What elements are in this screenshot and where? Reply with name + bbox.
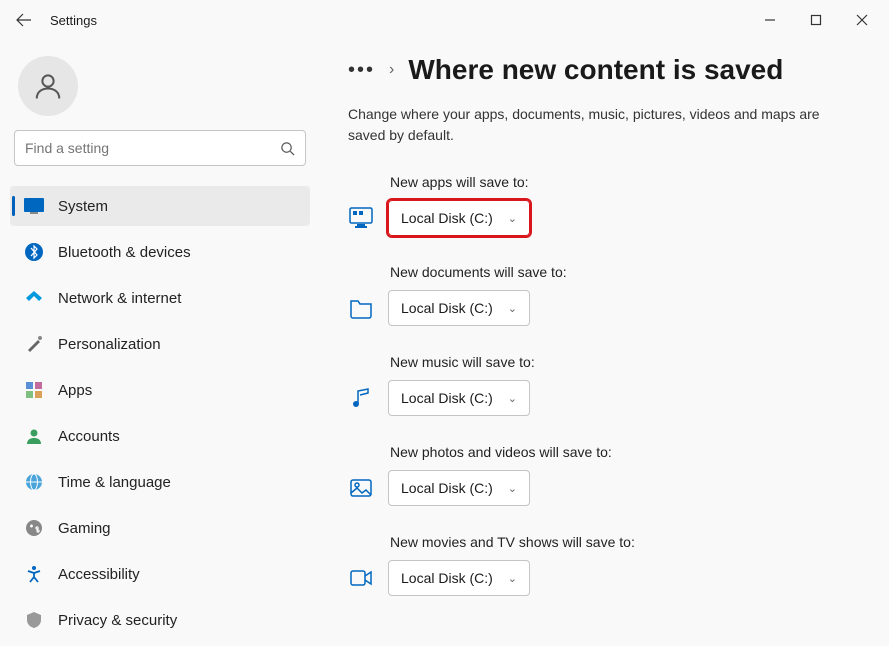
bluetooth-icon <box>24 242 44 262</box>
sidebar-item-system[interactable]: System <box>10 186 310 226</box>
apps-icon <box>24 380 44 400</box>
sidebar-item-label: System <box>58 198 108 215</box>
sidebar-item-label: Personalization <box>58 336 161 353</box>
sidebar-item-label: Accounts <box>58 428 120 445</box>
accounts-icon <box>24 426 44 446</box>
globe-icon <box>24 472 44 492</box>
sidebar-item-label: Accessibility <box>58 566 140 583</box>
person-icon <box>33 71 63 101</box>
sidebar-item-personalization[interactable]: Personalization <box>10 324 310 364</box>
sidebar-item-gaming[interactable]: Gaming <box>10 508 310 548</box>
dropdown-value: Local Disk (C:) <box>401 210 493 226</box>
apps-disk-icon <box>348 205 374 231</box>
maximize-icon <box>810 14 822 26</box>
setting-label: New movies and TV shows will save to: <box>390 534 861 550</box>
setting-documents: New documents will save to: Local Disk (… <box>348 264 861 326</box>
titlebar: Settings <box>0 0 889 40</box>
sidebar-item-label: Network & internet <box>58 290 181 307</box>
dropdown-value: Local Disk (C:) <box>401 480 493 496</box>
search-box[interactable] <box>14 130 306 166</box>
sidebar-item-time-language[interactable]: Time & language <box>10 462 310 502</box>
back-button[interactable] <box>4 0 44 40</box>
system-icon <box>24 196 44 216</box>
sidebar-item-label: Time & language <box>58 474 171 491</box>
window-controls <box>747 0 885 40</box>
sidebar: System Bluetooth & devices Network & int… <box>0 40 320 646</box>
page-description: Change where your apps, documents, music… <box>348 104 858 146</box>
documents-location-dropdown[interactable]: Local Disk (C:) ⌄ <box>388 290 530 326</box>
sidebar-item-label: Bluetooth & devices <box>58 244 191 261</box>
setting-music: New music will save to: Local Disk (C:) … <box>348 354 861 416</box>
chevron-down-icon: ⌄ <box>508 572 517 585</box>
sidebar-item-bluetooth[interactable]: Bluetooth & devices <box>10 232 310 272</box>
user-avatar[interactable] <box>18 56 78 116</box>
maximize-button[interactable] <box>793 0 839 40</box>
chevron-down-icon: ⌄ <box>508 212 517 225</box>
setting-movies: New movies and TV shows will save to: Lo… <box>348 534 861 596</box>
sidebar-item-label: Privacy & security <box>58 612 177 629</box>
breadcrumb-more-button[interactable]: ••• <box>348 59 375 82</box>
photos-location-dropdown[interactable]: Local Disk (C:) ⌄ <box>388 470 530 506</box>
setting-label: New photos and videos will save to: <box>390 444 861 460</box>
accessibility-icon <box>24 564 44 584</box>
sidebar-item-label: Gaming <box>58 520 111 537</box>
chevron-down-icon: ⌄ <box>508 302 517 315</box>
sidebar-item-privacy[interactable]: Privacy & security <box>10 600 310 640</box>
setting-photos: New photos and videos will save to: Loca… <box>348 444 861 506</box>
paintbrush-icon <box>24 334 44 354</box>
close-button[interactable] <box>839 0 885 40</box>
dropdown-value: Local Disk (C:) <box>401 570 493 586</box>
chevron-right-icon: › <box>389 61 394 79</box>
main-content: ••• › Where new content is saved Change … <box>320 40 889 646</box>
window-title: Settings <box>50 13 97 28</box>
setting-label: New documents will save to: <box>390 264 861 280</box>
setting-apps: New apps will save to: Local Disk (C:) ⌄ <box>348 174 861 236</box>
photos-icon <box>348 475 374 501</box>
page-title: Where new content is saved <box>408 54 783 86</box>
arrow-left-icon <box>16 12 32 28</box>
sidebar-item-label: Apps <box>58 382 92 399</box>
shield-icon <box>24 610 44 630</box>
minimize-button[interactable] <box>747 0 793 40</box>
apps-location-dropdown[interactable]: Local Disk (C:) ⌄ <box>388 200 530 236</box>
music-location-dropdown[interactable]: Local Disk (C:) ⌄ <box>388 380 530 416</box>
search-input[interactable] <box>25 140 280 156</box>
gaming-icon <box>24 518 44 538</box>
movies-location-dropdown[interactable]: Local Disk (C:) ⌄ <box>388 560 530 596</box>
sidebar-item-accounts[interactable]: Accounts <box>10 416 310 456</box>
chevron-down-icon: ⌄ <box>508 392 517 405</box>
sidebar-item-accessibility[interactable]: Accessibility <box>10 554 310 594</box>
music-icon <box>348 385 374 411</box>
search-icon <box>280 141 295 156</box>
sidebar-nav: System Bluetooth & devices Network & int… <box>8 184 312 642</box>
wifi-icon <box>24 288 44 308</box>
breadcrumb: ••• › Where new content is saved <box>348 54 861 86</box>
close-icon <box>856 14 868 26</box>
video-icon <box>348 565 374 591</box>
sidebar-item-apps[interactable]: Apps <box>10 370 310 410</box>
minimize-icon <box>764 14 776 26</box>
chevron-down-icon: ⌄ <box>508 482 517 495</box>
sidebar-item-network[interactable]: Network & internet <box>10 278 310 318</box>
dropdown-value: Local Disk (C:) <box>401 390 493 406</box>
setting-label: New apps will save to: <box>390 174 861 190</box>
documents-icon <box>348 295 374 321</box>
dropdown-value: Local Disk (C:) <box>401 300 493 316</box>
setting-label: New music will save to: <box>390 354 861 370</box>
